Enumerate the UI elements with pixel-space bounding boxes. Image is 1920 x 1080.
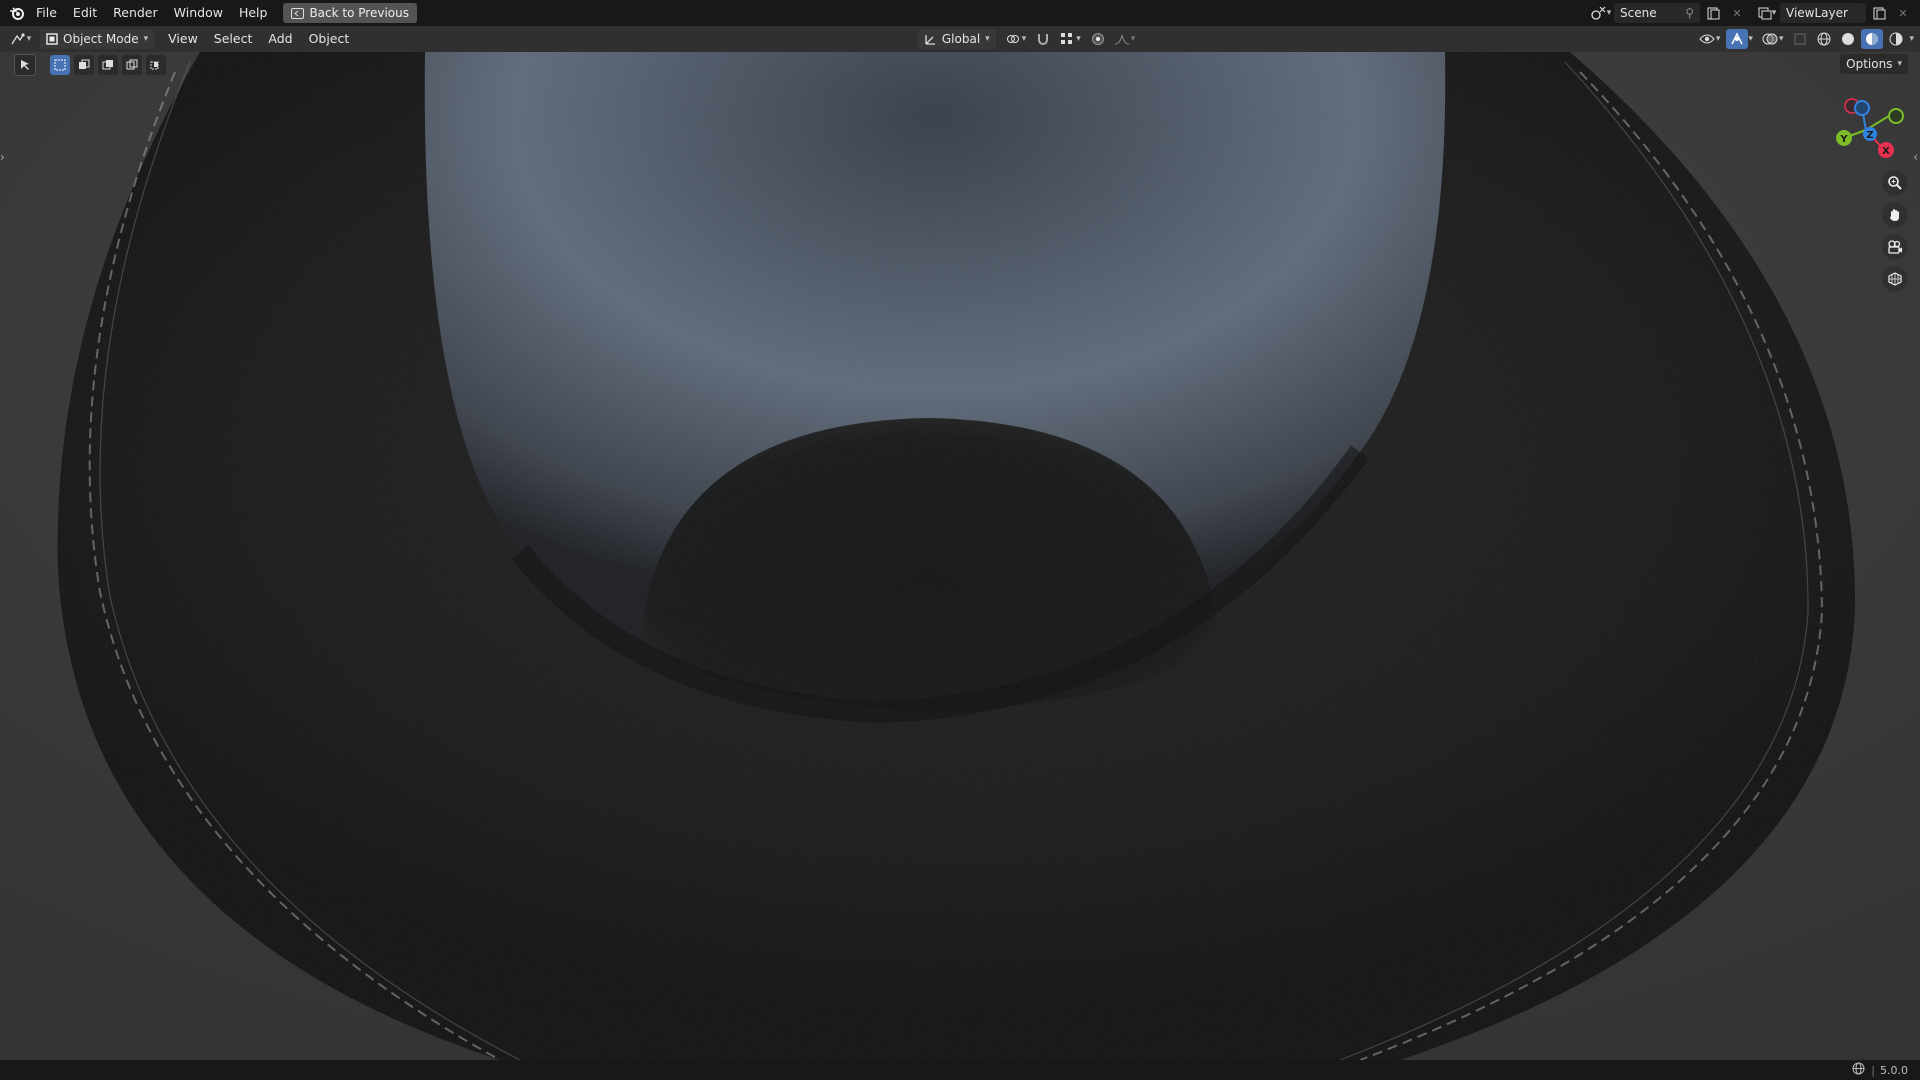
navigation-controls bbox=[1882, 170, 1908, 292]
status-bar: | 5.0.0 bbox=[0, 1060, 1920, 1080]
scene-name-field[interactable]: Scene ⚲ bbox=[1614, 3, 1700, 23]
orthographic-grid-icon[interactable] bbox=[1882, 266, 1908, 292]
menu-help[interactable]: Help bbox=[231, 2, 276, 24]
status-divider: | bbox=[1871, 1063, 1875, 1077]
mode-label: Object Mode bbox=[63, 32, 139, 46]
snap-magnet-icon[interactable] bbox=[1032, 29, 1054, 49]
back-to-previous-label: Back to Previous bbox=[309, 6, 409, 20]
screen-back-icon bbox=[291, 7, 305, 19]
falloff-curve-icon[interactable] bbox=[1111, 29, 1133, 49]
shading-rendered-icon[interactable] bbox=[1885, 29, 1907, 49]
shading-material-preview-icon[interactable] bbox=[1861, 29, 1884, 49]
proportional-editing-icon[interactable] bbox=[1087, 29, 1109, 49]
menu-view[interactable]: View bbox=[160, 28, 206, 50]
pivot-point-icon[interactable] bbox=[1002, 29, 1024, 49]
viewlayer-name: ViewLayer bbox=[1786, 6, 1848, 20]
sidebar-expand-icon[interactable]: ‹ bbox=[1913, 150, 1918, 164]
gizmo-z-label: Z bbox=[1866, 130, 1873, 141]
options-dropdown[interactable]: Options ▾ bbox=[1840, 54, 1908, 74]
viewport-render bbox=[0, 52, 1920, 1060]
delete-viewlayer-icon[interactable]: ✕ bbox=[1892, 3, 1914, 23]
menu-add[interactable]: Add bbox=[260, 28, 300, 50]
menu-render[interactable]: Render bbox=[105, 2, 166, 24]
gizmo-x-label: X bbox=[1882, 146, 1890, 157]
toolbar-expand-icon[interactable]: › bbox=[0, 150, 5, 164]
show-gizmo-icon[interactable] bbox=[1726, 29, 1749, 49]
menu-file[interactable]: File bbox=[28, 2, 65, 24]
select-tool-icon[interactable] bbox=[14, 54, 36, 76]
zoom-icon[interactable] bbox=[1882, 170, 1908, 196]
xray-toggle-icon[interactable] bbox=[1789, 29, 1811, 49]
back-to-previous-button[interactable]: Back to Previous bbox=[283, 3, 417, 23]
menu-window[interactable]: Window bbox=[166, 2, 231, 24]
viewport-header: ▾ Object Mode ▾ View Select Add Object G… bbox=[0, 26, 1920, 52]
blender-logo-icon[interactable] bbox=[6, 3, 28, 23]
snap-increment-icon[interactable] bbox=[1056, 29, 1078, 49]
menu-object[interactable]: Object bbox=[301, 28, 358, 50]
select-extend-icon[interactable] bbox=[74, 55, 94, 75]
object-visibility-icon[interactable] bbox=[1696, 29, 1718, 49]
new-scene-icon[interactable] bbox=[1702, 3, 1724, 23]
scene-selector: ▾ Scene ⚲ ✕ bbox=[1590, 3, 1748, 23]
mode-selector[interactable]: Object Mode ▾ bbox=[40, 29, 155, 49]
gizmo-neg-y-icon[interactable] bbox=[1888, 108, 1904, 124]
scene-browse-icon[interactable]: ▾ bbox=[1590, 3, 1612, 23]
viewlayer-browse-icon[interactable]: ▾ bbox=[1756, 3, 1778, 23]
object-mode-icon bbox=[46, 33, 58, 45]
options-label: Options bbox=[1846, 57, 1893, 71]
shading-options-icon[interactable]: ▾ bbox=[1909, 34, 1914, 44]
menu-select[interactable]: Select bbox=[206, 28, 261, 50]
pan-hand-icon[interactable] bbox=[1882, 202, 1908, 228]
shading-solid-icon[interactable] bbox=[1837, 29, 1859, 49]
pin-icon[interactable]: ⚲ bbox=[1685, 6, 1694, 20]
gizmo-y-label: Y bbox=[1839, 134, 1848, 145]
new-viewlayer-icon[interactable] bbox=[1868, 3, 1890, 23]
camera-view-icon[interactable] bbox=[1882, 234, 1908, 260]
viewlayer-name-field[interactable]: ViewLayer bbox=[1780, 3, 1866, 23]
navigation-gizmo[interactable]: Y Z X bbox=[1824, 92, 1908, 162]
3d-viewport[interactable]: › ‹ bbox=[0, 52, 1920, 1060]
scene-name: Scene bbox=[1620, 6, 1657, 20]
orientation-axes-icon bbox=[925, 34, 935, 45]
delete-scene-icon[interactable]: ✕ bbox=[1726, 3, 1748, 23]
tool-strip bbox=[14, 54, 166, 76]
transform-orientation-selector[interactable]: Global ▾ bbox=[917, 29, 996, 49]
menu-edit[interactable]: Edit bbox=[65, 2, 105, 24]
select-subtract-icon[interactable] bbox=[98, 55, 118, 75]
viewlayer-selector: ▾ ViewLayer ✕ bbox=[1756, 3, 1914, 23]
select-new-icon[interactable] bbox=[50, 55, 70, 75]
gizmo-z-icon[interactable] bbox=[1854, 100, 1870, 116]
version-label: 5.0.0 bbox=[1880, 1063, 1908, 1077]
editor-type-icon[interactable]: ▾ bbox=[6, 29, 36, 49]
show-overlays-icon[interactable] bbox=[1759, 29, 1781, 49]
select-difference-icon[interactable] bbox=[122, 55, 142, 75]
select-intersect-icon[interactable] bbox=[146, 55, 166, 75]
shading-wireframe-icon[interactable] bbox=[1813, 29, 1835, 49]
network-globe-icon[interactable] bbox=[1852, 1062, 1865, 1078]
top-bar: File Edit Render Window Help Back to Pre… bbox=[0, 0, 1920, 26]
transform-orientation-label: Global bbox=[941, 32, 981, 46]
